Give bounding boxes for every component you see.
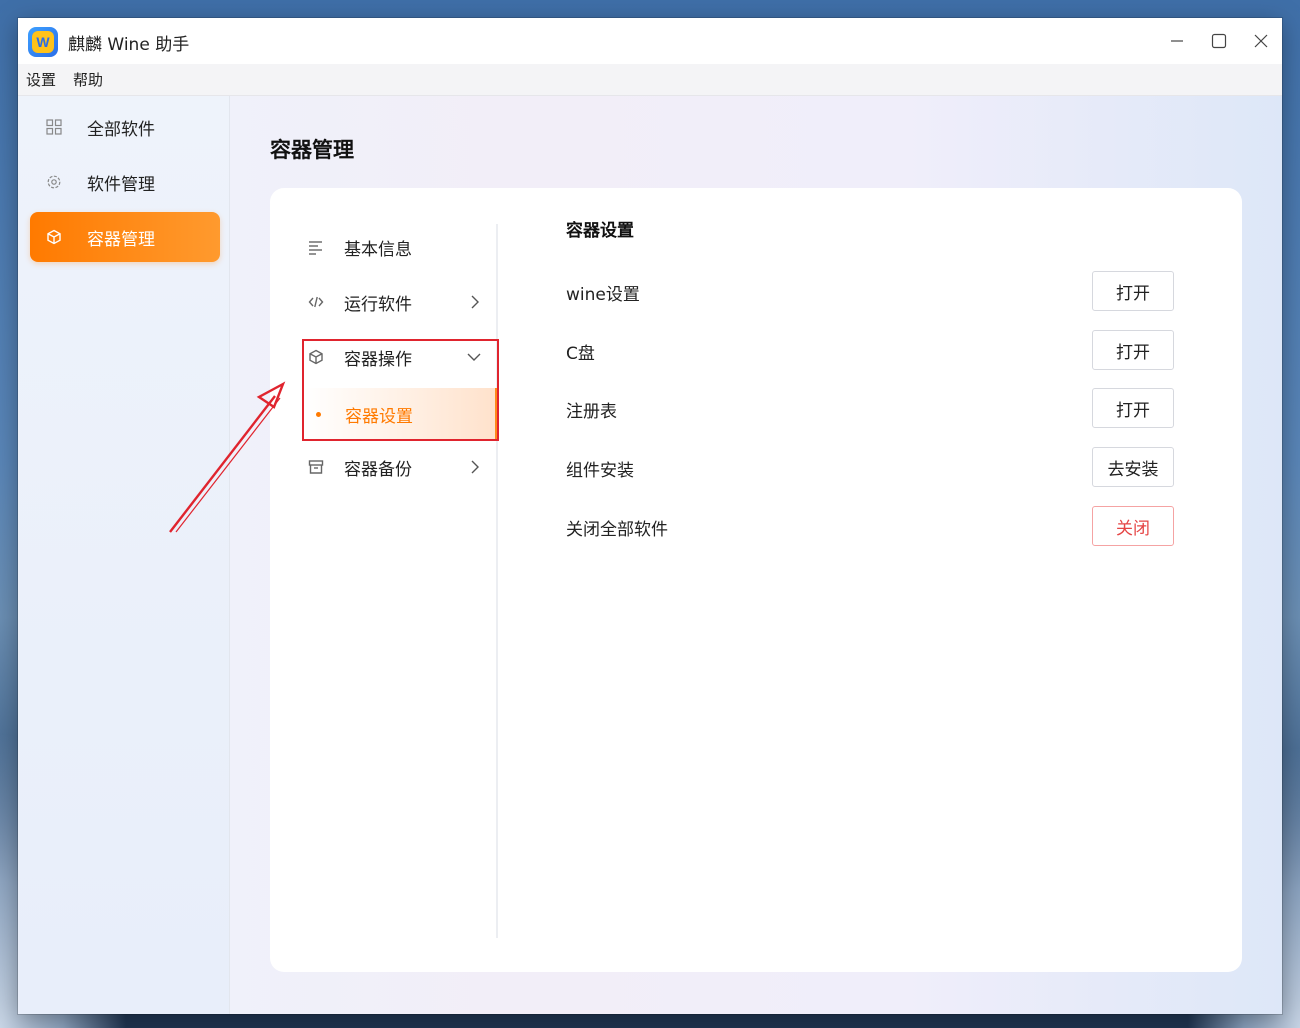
setting-row-close-all: 关闭全部软件 关闭 [566, 506, 1174, 546]
maximize-icon [1211, 33, 1227, 49]
content-card: 基本信息 运行软件 容器操作 容器设置 容器备份 容器设置 wine设置 打开 … [270, 188, 1242, 972]
chevron-right-icon [470, 294, 480, 310]
setting-label: wine设置 [566, 285, 640, 305]
chevron-right-icon [470, 459, 480, 475]
sidebar-item-label: 软件管理 [87, 174, 155, 195]
close-all-software-button[interactable]: 关闭 [1092, 506, 1174, 546]
subnav-item-running-software[interactable]: 运行软件 [304, 276, 496, 328]
maximize-button[interactable] [1198, 18, 1240, 64]
gear-icon [46, 174, 62, 190]
subnav-item-label: 基本信息 [344, 239, 412, 260]
archive-icon [308, 459, 324, 475]
sidebar-item-software-management[interactable]: 软件管理 [30, 157, 220, 207]
chevron-down-icon [466, 352, 482, 362]
panel-title: 容器设置 [566, 221, 634, 241]
subnav-divider [496, 224, 498, 938]
subnav-item-label: 运行软件 [344, 294, 412, 315]
menu-bar: 设置 帮助 [18, 64, 1282, 96]
sidebar: 全部软件 软件管理 容器管理 [18, 96, 230, 1014]
app-window: W 麒麟 Wine 助手 设置 帮助 全部软件 软件管理 容器管理 容器管理 基… [18, 18, 1282, 1014]
subnav-item-container-operations[interactable]: 容器操作 [304, 331, 496, 383]
sidebar-item-label: 全部软件 [87, 119, 155, 140]
subnav-child-label: 容器设置 [345, 406, 413, 427]
setting-label: 组件安装 [566, 461, 634, 481]
setting-row-wine: wine设置 打开 [566, 271, 1174, 311]
menu-help[interactable]: 帮助 [73, 69, 103, 90]
grid-icon [46, 119, 62, 135]
setting-label: 关闭全部软件 [566, 520, 668, 540]
setting-row-component-install: 组件安装 去安装 [566, 447, 1174, 487]
subnav-item-container-backup[interactable]: 容器备份 [304, 441, 496, 493]
subnav-item-label: 容器备份 [344, 459, 412, 480]
cube-icon [46, 229, 62, 245]
active-dot [316, 411, 321, 417]
open-wine-settings-button[interactable]: 打开 [1092, 271, 1174, 311]
page-title: 容器管理 [270, 138, 354, 162]
cube-icon [308, 349, 324, 365]
open-registry-button[interactable]: 打开 [1092, 388, 1174, 428]
code-icon [308, 294, 324, 310]
setting-label: C盘 [566, 344, 595, 364]
minimize-button[interactable] [1156, 18, 1198, 64]
close-icon [1254, 34, 1268, 48]
sidebar-item-label: 容器管理 [87, 229, 155, 250]
install-components-button[interactable]: 去安装 [1092, 447, 1174, 487]
setting-label: 注册表 [566, 402, 617, 422]
main-content: 全部软件 软件管理 容器管理 容器管理 基本信息 运行软件 容器操作 容器设置 … [18, 96, 1282, 1014]
close-button[interactable] [1240, 18, 1282, 64]
menu-settings[interactable]: 设置 [26, 69, 56, 90]
window-controls [1156, 18, 1282, 64]
sidebar-item-all-software[interactable]: 全部软件 [30, 102, 220, 152]
subnav-child-container-settings[interactable]: 容器设置 [304, 388, 498, 440]
app-logo-icon: W [28, 27, 58, 57]
window-title: 麒麟 Wine 助手 [68, 35, 190, 55]
subnav-item-basic-info[interactable]: 基本信息 [304, 221, 496, 273]
title-bar: W 麒麟 Wine 助手 [18, 18, 1282, 64]
subnav-item-label: 容器操作 [344, 349, 412, 370]
setting-row-registry: 注册表 打开 [566, 388, 1174, 428]
minimize-icon [1171, 40, 1183, 42]
open-c-drive-button[interactable]: 打开 [1092, 330, 1174, 370]
setting-row-c-drive: C盘 打开 [566, 330, 1174, 370]
list-icon [308, 239, 324, 255]
sidebar-item-container-management[interactable]: 容器管理 [30, 212, 220, 262]
